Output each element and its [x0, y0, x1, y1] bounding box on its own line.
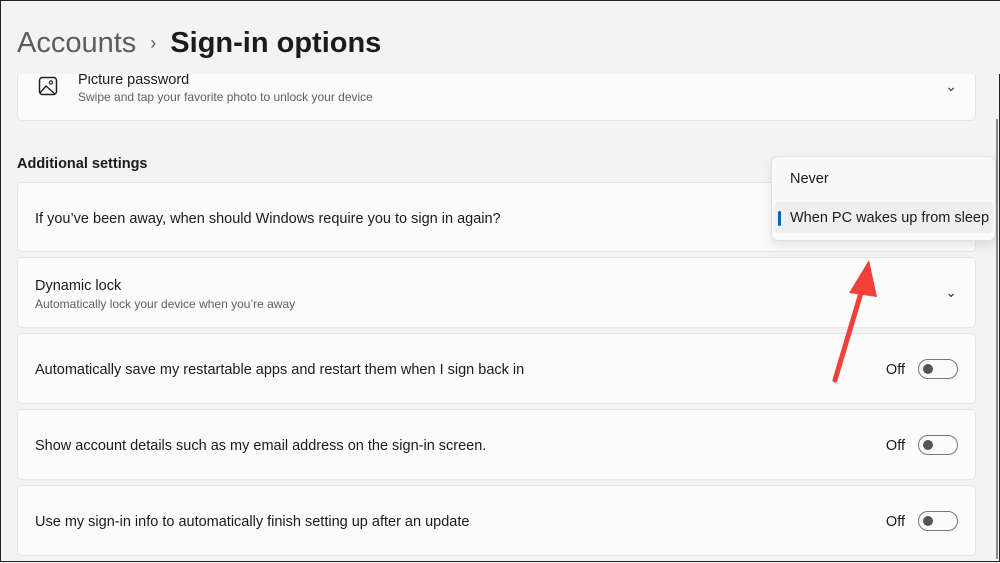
annotation-arrow-icon: [832, 260, 877, 383]
